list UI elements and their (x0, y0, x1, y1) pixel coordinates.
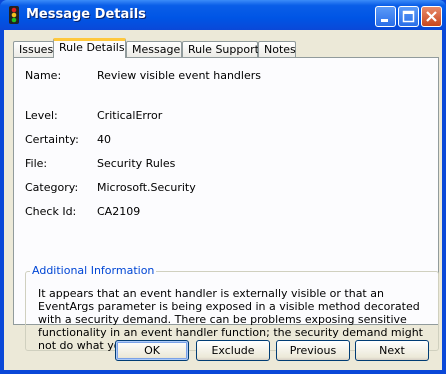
minimize-button[interactable] (375, 6, 396, 27)
name-label: Name: (25, 69, 62, 82)
file-label: File: (25, 157, 48, 170)
traffic-light-icon (9, 6, 19, 24)
certainty-label: Certainty: (25, 133, 79, 146)
close-icon (426, 11, 437, 22)
rule-details-panel: Name: Review visible event handlers Leve… (13, 57, 439, 352)
ok-button[interactable]: OK (115, 340, 189, 361)
file-value: Security Rules (97, 157, 176, 170)
category-label: Category: (25, 181, 79, 194)
category-value: Microsoft.Security (97, 181, 196, 194)
close-button[interactable] (421, 6, 442, 27)
title-bar[interactable]: Message Details (0, 0, 446, 30)
message-details-window: Message Details Issues Rule Details Mess… (0, 0, 446, 374)
tab-notes[interactable]: Notes (258, 41, 296, 57)
name-value: Review visible event handlers (97, 69, 261, 82)
certainty-value: 40 (97, 133, 111, 146)
level-label: Level: (25, 109, 58, 122)
additional-information-group: Additional Information It appears that a… (25, 264, 439, 352)
level-value: CriticalError (97, 109, 163, 122)
check-id-label: Check Id: (25, 205, 77, 218)
additional-information-legend: Additional Information (30, 264, 157, 277)
tab-rule-details[interactable]: Rule Details (53, 38, 126, 58)
window-title: Message Details (26, 7, 146, 22)
minimize-icon (381, 19, 388, 22)
check-id-value: CA2109 (97, 205, 141, 218)
tab-rule-support[interactable]: Rule Support (182, 41, 259, 57)
tab-message[interactable]: Message (126, 41, 182, 57)
dialog-client-area: Issues Rule Details Message Rule Support… (4, 30, 442, 370)
maximize-button[interactable] (398, 6, 419, 27)
tab-issues[interactable]: Issues (13, 41, 54, 57)
previous-button[interactable]: Previous (276, 340, 350, 361)
next-button[interactable]: Next (355, 340, 429, 361)
maximize-icon (402, 10, 415, 23)
exclude-button[interactable]: Exclude (196, 340, 270, 361)
